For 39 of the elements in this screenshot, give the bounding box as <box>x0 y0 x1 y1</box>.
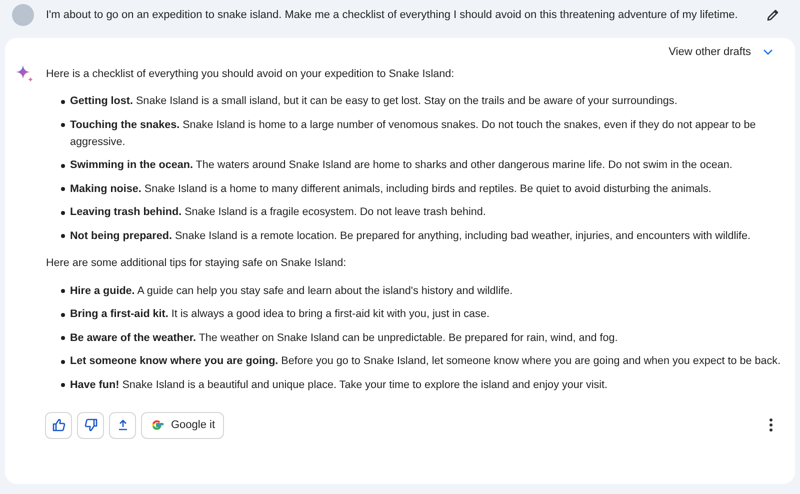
bullet-icon <box>61 210 65 214</box>
thumbs-down-icon <box>84 418 98 432</box>
sparkle-icon <box>15 64 35 84</box>
list-item: Let someone know where you are going. Before you go to Snake Island, let someone know where you are going and when you expect to be back. <box>70 354 781 369</box>
bullet-icon <box>61 234 65 238</box>
more-options-icon[interactable] <box>769 418 773 432</box>
avatar-icon <box>12 4 34 26</box>
view-other-drafts-button[interactable]: View other drafts <box>668 42 773 62</box>
list-item: Hire a guide. A guide can help you stay safe and learn about the island's history and wildlife. <box>70 284 513 298</box>
share-icon <box>116 419 128 431</box>
bullet-icon <box>61 360 65 364</box>
list-item: Have fun! Snake Island is a beautiful and unique place. Take your time to explore the island and enjoy your visit. <box>70 378 608 392</box>
bullet-icon <box>61 100 65 104</box>
edit-icon[interactable] <box>766 8 780 22</box>
list-item: Touching the snakes. Snake Island is home to a large number of venomous snakes. Do not touch the snakes, even if they do not appear to be aggressive. <box>70 118 757 150</box>
bullet-icon <box>61 187 65 191</box>
list-item: Be aware of the weather. The weather on Snake Island can be unpredictable. Be prepared for rain, wind, and fog. <box>70 330 618 346</box>
bullet-icon <box>61 123 65 127</box>
bullet-icon <box>61 383 65 387</box>
intro-text: Here is a checklist of everything you should avoid on your expedition to Snake Island: <box>46 66 454 82</box>
tips-intro-text: Here are some additional tips for staying safe on Snake Island: <box>46 256 348 270</box>
share-button[interactable] <box>109 412 136 438</box>
thumbs-up-button[interactable] <box>45 412 72 438</box>
thumbs-up-icon <box>52 418 66 432</box>
bullet-icon <box>61 312 65 316</box>
chevron-down-icon <box>763 49 773 55</box>
google-logo-icon <box>150 418 164 432</box>
list-item: Swimming in the ocean. The waters around Snake Island are home to sharks and other dangerous marine life. Do not swim in the ocean. <box>70 158 732 173</box>
list-item: Getting lost. Snake Island is a small island, but it can be easy to get lost. Stay on the trails and be aware of your surroundings. <box>70 94 678 109</box>
prompt-text: I'm about to go on an expedition to snake island. Make me a checklist of everything I should avoid on this threatening adventure of my lifetime. <box>46 9 739 21</box>
thumbs-down-button[interactable] <box>77 412 104 438</box>
list-item: Bring a first-aid kit. It is always a good idea to bring a first-aid kit with you, just in case. <box>70 307 490 322</box>
bullet-icon <box>61 336 65 340</box>
list-item: Not being prepared. Snake Island is a remote location. Be prepared for anything, including bad weather, injuries, and encounters with wildlife. <box>70 228 751 244</box>
google-it-button[interactable]: Google it <box>141 412 224 438</box>
bullet-icon <box>61 164 65 168</box>
bullet-icon <box>61 289 65 293</box>
list-item: Making noise. Snake Island is a home to many different animals, including birds and reptiles. Be quiet to avoid disturbing the animals. <box>70 182 712 196</box>
list-item: Leaving trash behind. Snake Island is a fragile ecosystem. Do not leave trash behind. <box>70 205 486 220</box>
